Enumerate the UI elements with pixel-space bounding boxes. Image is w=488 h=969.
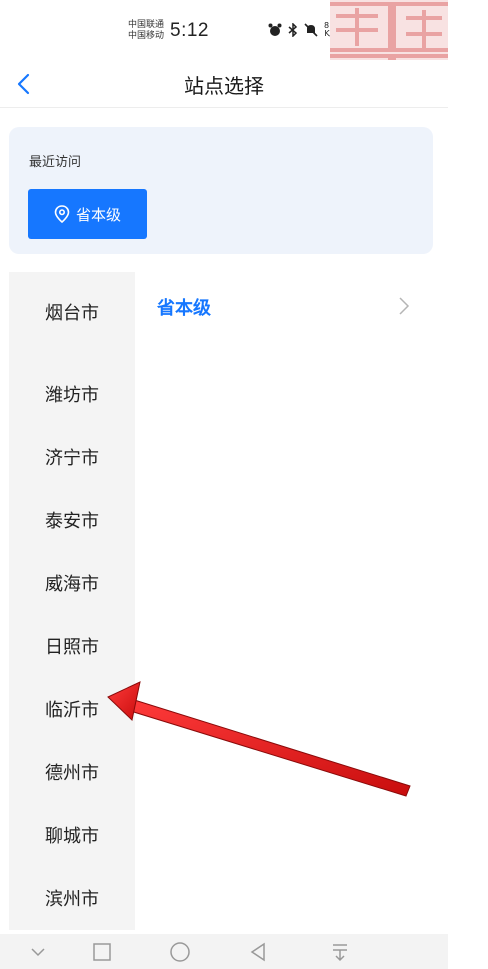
city-item[interactable]: 烟台市 bbox=[9, 272, 135, 352]
alarm-icon bbox=[268, 23, 282, 36]
city-item[interactable]: 济宁市 bbox=[9, 415, 135, 478]
recents-square-icon[interactable] bbox=[90, 940, 114, 964]
pull-down-icon[interactable] bbox=[328, 940, 352, 964]
bluetooth-icon bbox=[288, 23, 298, 37]
navigation-bar bbox=[0, 934, 448, 969]
recent-visits-card: 最近访问 省本级 bbox=[9, 127, 433, 254]
home-circle-icon[interactable] bbox=[168, 940, 192, 964]
clock: 5:12 bbox=[170, 20, 209, 41]
city-item[interactable]: 威海市 bbox=[9, 541, 135, 604]
chevron-right-icon bbox=[399, 297, 410, 315]
city-item[interactable]: 泰安市 bbox=[9, 478, 135, 541]
recent-visits-label: 最近访问 bbox=[29, 155, 82, 170]
city-item[interactable]: 德州市 bbox=[9, 730, 135, 793]
collapse-icon[interactable] bbox=[26, 940, 50, 964]
page-title: 站点选择 bbox=[184, 74, 264, 98]
carrier-1: 中国联通 bbox=[128, 20, 165, 30]
district-panel: 省本级 bbox=[135, 272, 433, 930]
city-item[interactable]: 滨州市 bbox=[9, 856, 135, 919]
city-list: 烟台市 潍坊市 济宁市 泰安市 威海市 日照市 临沂市 德州市 聊城市 滨州市 bbox=[9, 272, 135, 930]
carrier-names: 中国联通 中国移动 bbox=[128, 20, 164, 42]
mute-bell-icon bbox=[304, 23, 318, 37]
back-triangle-icon[interactable] bbox=[246, 940, 270, 964]
city-item[interactable]: 潍坊市 bbox=[9, 352, 135, 415]
city-item-linyi[interactable]: 临沂市 bbox=[9, 667, 135, 730]
district-row[interactable]: 省本级 bbox=[135, 272, 433, 336]
recent-station-label: 省本级 bbox=[75, 205, 121, 224]
header: 站点选择 bbox=[0, 60, 448, 108]
city-item[interactable]: 日照市 bbox=[9, 604, 135, 667]
carrier-2: 中国移动 bbox=[128, 31, 165, 41]
district-label: 省本级 bbox=[157, 298, 211, 319]
location-pin-icon bbox=[54, 205, 70, 223]
recent-station-button[interactable]: 省本级 bbox=[28, 189, 147, 239]
city-item[interactable]: 聊城市 bbox=[9, 793, 135, 856]
